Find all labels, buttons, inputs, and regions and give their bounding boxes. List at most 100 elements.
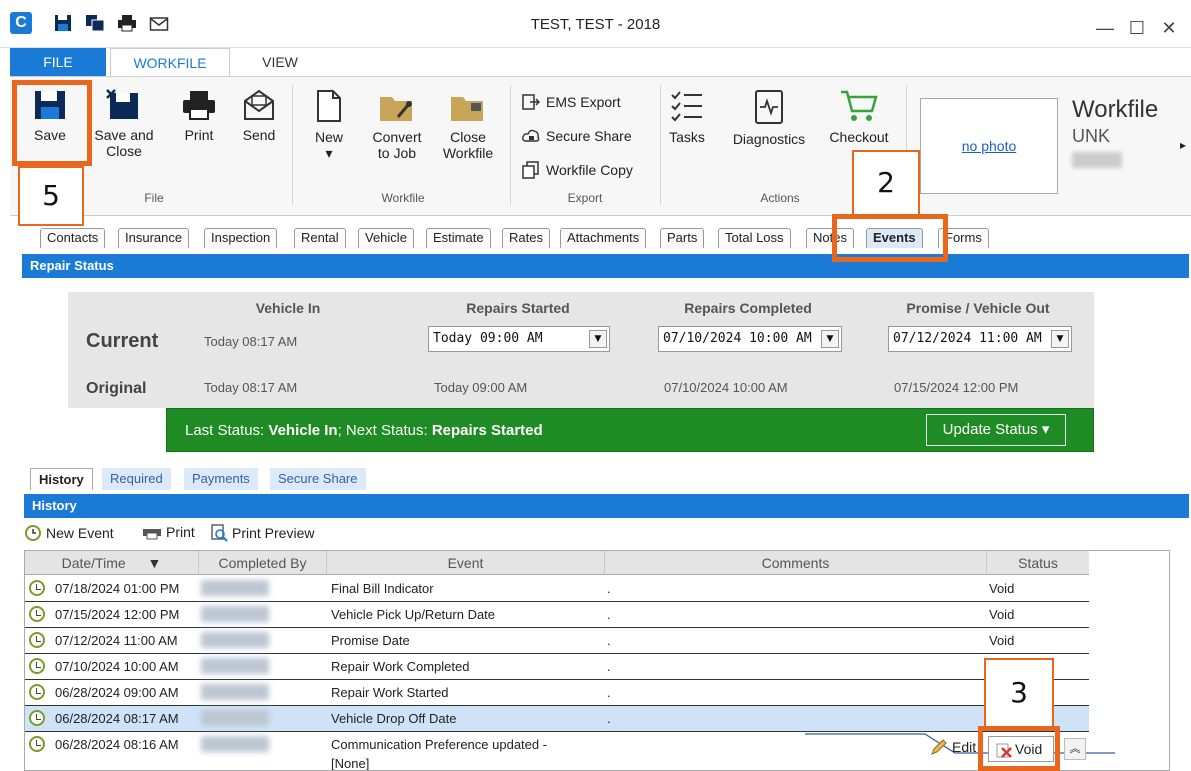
print-preview-button[interactable]: Print Preview: [210, 524, 314, 542]
new-event-button[interactable]: New Event: [24, 524, 114, 542]
record-tabs: Contacts Insurance Inspection Rental Veh…: [18, 226, 1191, 248]
ribbon-scroll-right-icon[interactable]: ▸: [1180, 138, 1186, 152]
column-header-status[interactable]: Status: [987, 551, 1089, 575]
column-header-completed-by[interactable]: Completed By: [199, 551, 327, 575]
minimize-button[interactable]: —: [1092, 18, 1118, 39]
current-row-label: Current: [86, 330, 159, 352]
tab-parts[interactable]: Parts: [660, 228, 705, 248]
convert-to-job-button[interactable]: Convert to Job: [362, 89, 432, 161]
chevron-down-icon[interactable]: ▼: [589, 330, 607, 348]
last-status-value: Vehicle In: [268, 422, 338, 439]
clock-icon: [29, 606, 45, 622]
group-separator: [510, 85, 511, 205]
step-5-badge: 5: [18, 166, 84, 226]
new-dropdown-button[interactable]: New ▾: [304, 89, 354, 161]
row-datetime: 06/28/2024 08:17 AM: [55, 711, 179, 726]
chevron-down-icon: ▾: [325, 145, 333, 161]
table-row[interactable]: 07/18/2024 01:00 PM Final Bill Indicator…: [25, 576, 1089, 602]
subtab-payments[interactable]: Payments: [184, 468, 258, 490]
print-preview-label: Print Preview: [232, 525, 315, 541]
convert-label-2: to Job: [377, 145, 417, 161]
tab-inspection[interactable]: Inspection: [204, 228, 278, 248]
subtab-required[interactable]: Required: [102, 468, 171, 490]
tab-workfile[interactable]: WORKFILE: [110, 48, 230, 78]
table-row[interactable]: 07/12/2024 11:00 AM Promise Date . Void: [25, 628, 1089, 654]
tab-vehicle[interactable]: Vehicle: [358, 228, 414, 248]
original-repairs-completed: 07/10/2024 10:00 AM: [664, 380, 788, 395]
clock-add-icon: [25, 525, 41, 541]
tab-file[interactable]: FILE: [10, 48, 106, 76]
no-photo-link[interactable]: no photo: [962, 138, 1017, 154]
tab-rates[interactable]: Rates: [502, 228, 550, 248]
subtab-history[interactable]: History: [30, 468, 93, 490]
print-button[interactable]: Print: [170, 89, 228, 143]
table-row[interactable]: 07/10/2024 10:00 AM Repair Work Complete…: [25, 654, 1089, 680]
table-row[interactable]: 07/15/2024 12:00 PM Vehicle Pick Up/Retu…: [25, 602, 1089, 628]
promise-date-select[interactable]: 07/12/2024 11:00 AM ▼: [888, 326, 1072, 352]
history-print-button[interactable]: Print: [142, 524, 195, 540]
row-event: Vehicle Pick Up/Return Date: [331, 607, 496, 622]
repairs-started-value: Today 09:00 AM: [433, 331, 543, 346]
tab-total-loss[interactable]: Total Loss: [718, 228, 791, 248]
tasks-button[interactable]: Tasks: [662, 89, 712, 145]
edit-event-button[interactable]: Edit: [930, 738, 976, 756]
clock-icon: [29, 632, 45, 648]
pencil-icon: [931, 739, 947, 755]
repair-status-panel: Vehicle In Repairs Started Repairs Compl…: [68, 292, 1094, 408]
close-workfile-button[interactable]: Close Workfile: [434, 89, 502, 161]
last-status-prefix: Last Status:: [185, 422, 269, 439]
new-document-icon: [317, 90, 341, 122]
update-status-button[interactable]: Update Status ▾: [926, 414, 1066, 446]
tab-view[interactable]: VIEW: [240, 48, 320, 76]
column-header-event[interactable]: Event: [327, 551, 605, 575]
ems-export-button[interactable]: EMS Export: [522, 93, 621, 111]
maximize-button[interactable]: ☐: [1124, 18, 1150, 39]
promise-date-value: 07/12/2024 11:00 AM: [893, 331, 1042, 346]
workfile-copy-button[interactable]: Workfile Copy: [522, 161, 633, 179]
tab-contacts[interactable]: Contacts: [40, 228, 106, 248]
row-event: Promise Date: [331, 633, 410, 648]
save-and-close-label-1: Save and: [94, 127, 154, 143]
tab-estimate[interactable]: Estimate: [426, 228, 491, 248]
collapse-icon[interactable]: ︽: [1064, 738, 1086, 760]
new-label: New: [314, 129, 343, 145]
vehicle-photo-box[interactable]: no photo: [920, 98, 1058, 194]
save-and-close-button[interactable]: Save and Close: [88, 89, 160, 159]
close-button[interactable]: ✕: [1156, 18, 1182, 39]
chevron-down-icon[interactable]: ▼: [1051, 330, 1069, 348]
window-title: TEST, TEST - 2018: [530, 16, 661, 33]
column-header-repairs-completed: Repairs Completed: [684, 300, 812, 316]
subtab-secure-share[interactable]: Secure Share: [270, 468, 366, 490]
table-row[interactable]: 06/28/2024 09:00 AM Repair Work Started …: [25, 680, 1089, 706]
secure-share-label: Secure Share: [546, 128, 632, 144]
history-header: History: [24, 494, 1189, 518]
group-separator: [292, 85, 293, 205]
menu-tabs: FILE WORKFILE VIEW: [0, 48, 1191, 78]
tab-attachments[interactable]: Attachments: [560, 228, 647, 248]
redacted-text: [1072, 152, 1122, 168]
print-icon: [143, 529, 161, 540]
checkout-button[interactable]: Checkout: [822, 89, 896, 145]
column-header-comments[interactable]: Comments: [605, 551, 987, 575]
diagnostics-button[interactable]: Diagnostics: [724, 89, 814, 147]
print-icon: [183, 91, 215, 120]
table-row-selected[interactable]: 06/28/2024 08:17 AM Vehicle Drop Off Dat…: [25, 706, 1089, 732]
redacted-completed-by: [201, 580, 269, 596]
repairs-completed-select[interactable]: 07/10/2024 10:00 AM ▼: [658, 326, 842, 352]
chevron-down-icon[interactable]: ▼: [821, 330, 839, 348]
secure-share-button[interactable]: Secure Share: [522, 127, 632, 145]
cloud-lock-icon: [522, 129, 540, 142]
workfile-group-label: Workfile: [381, 191, 425, 205]
next-status-prefix: ; Next Status:: [337, 422, 432, 439]
clock-icon: [29, 710, 45, 726]
row-event: Repair Work Completed: [331, 659, 470, 674]
send-label: Send: [242, 127, 276, 143]
repairs-started-select[interactable]: Today 09:00 AM ▼: [428, 326, 610, 352]
original-vehicle-in: Today 08:17 AM: [204, 380, 298, 395]
tab-rental[interactable]: Rental: [294, 228, 346, 248]
send-button[interactable]: Send: [232, 89, 286, 143]
tab-insurance[interactable]: Insurance: [118, 228, 190, 248]
redacted-completed-by: [201, 684, 269, 700]
clock-icon: [29, 580, 45, 596]
column-header-datetime[interactable]: Date/Time ▼: [25, 551, 199, 575]
